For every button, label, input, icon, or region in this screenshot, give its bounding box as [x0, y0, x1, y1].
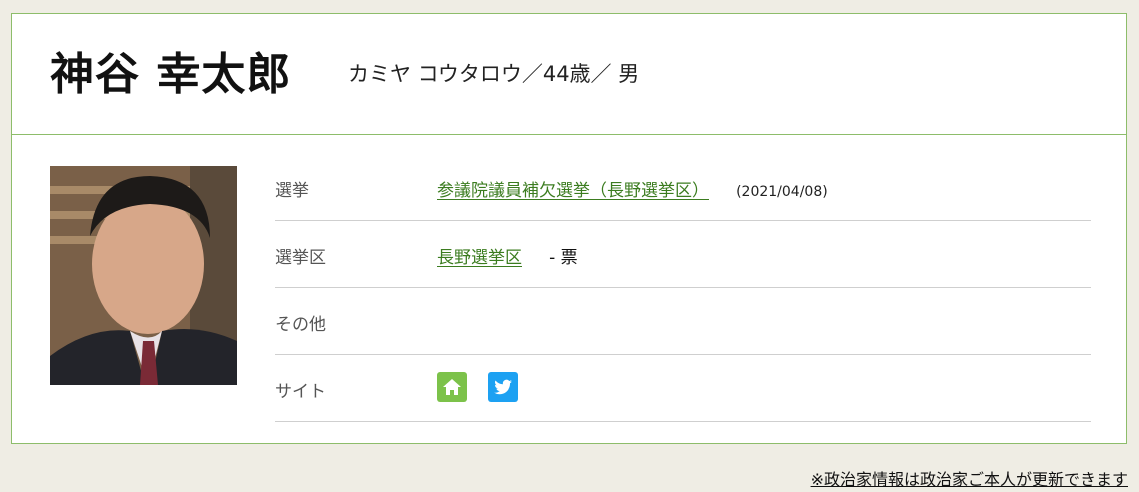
profile-header: 神谷 幸太郎 カミヤ コウタロウ／44歳／ 男 [12, 14, 1126, 135]
home-link-button[interactable] [437, 372, 467, 402]
home-icon [443, 379, 461, 395]
details-table: 選挙 参議院議員補欠選挙（長野選挙区） (2021/04/08) 選挙区 長野選… [275, 154, 1091, 422]
politician-photo [50, 166, 237, 385]
politician-kana-age-gender: カミヤ コウタロウ／44歳／ 男 [348, 62, 640, 86]
district-link[interactable]: 長野選挙区 [437, 248, 522, 268]
twitter-icon [494, 379, 513, 395]
politician-card: 神谷 幸太郎 カミヤ コウタロウ／44歳／ 男 選挙 参議院議員補欠選挙（長野選… [11, 13, 1127, 444]
district-value: 長野選挙区 - 票 [437, 243, 578, 268]
row-site: サイト [275, 355, 1091, 422]
election-value: 参議院議員補欠選挙（長野選挙区） (2021/04/08) [437, 176, 828, 201]
vote-count: - 票 [549, 248, 578, 268]
election-label: 選挙 [275, 181, 309, 201]
district-label: 選挙区 [275, 248, 326, 268]
update-note-link[interactable]: ※政治家情報は政治家ご本人が更新できます [811, 466, 1128, 490]
row-election: 選挙 参議院議員補欠選挙（長野選挙区） (2021/04/08) [275, 154, 1091, 221]
election-link[interactable]: 参議院議員補欠選挙（長野選挙区） [437, 181, 709, 201]
site-links [437, 372, 534, 402]
site-label: サイト [275, 382, 326, 402]
other-label: その他 [275, 315, 326, 335]
election-date: (2021/04/08) [736, 184, 828, 200]
row-other: その他 [275, 288, 1091, 355]
politician-name: 神谷 幸太郎 [50, 49, 292, 100]
twitter-link-button[interactable] [488, 372, 519, 402]
row-district: 選挙区 長野選挙区 - 票 [275, 221, 1091, 288]
